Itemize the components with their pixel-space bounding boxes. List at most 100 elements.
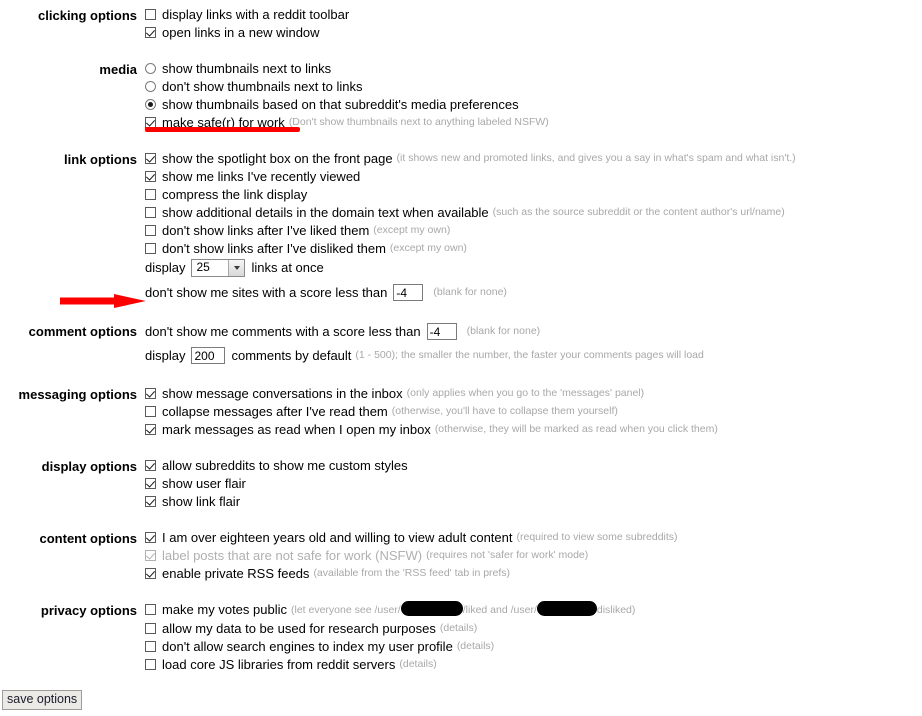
option-note-details-link[interactable]: (details): [399, 656, 436, 673]
radio-show-thumbnails[interactable]: [145, 63, 156, 74]
option-row-label-nsfw: label posts that are not safe for work (…: [145, 547, 922, 564]
option-row[interactable]: don't allow search engines to index my u…: [145, 638, 922, 655]
checkbox-message-conversations[interactable]: [145, 388, 156, 399]
group-label-link-options: link options: [64, 152, 137, 167]
option-row-make-safe-for-work[interactable]: make safe(r) for work (Don't show thumbn…: [145, 114, 922, 131]
select-links-at-once[interactable]: 25: [191, 258, 246, 277]
option-note: (it shows new and promoted links, and gi…: [396, 152, 796, 164]
min-comment-score-row: don't show me comments with a score less…: [145, 322, 922, 341]
option-row[interactable]: compress the link display: [145, 186, 922, 203]
option-row[interactable]: show link flair: [145, 493, 922, 510]
option-row[interactable]: show thumbnails based on that subreddit'…: [145, 96, 922, 113]
checkbox-label-nsfw: [145, 550, 156, 561]
checkbox-allow-custom-styles[interactable]: [145, 460, 156, 471]
redacted-username-2: [536, 601, 597, 616]
option-row[interactable]: make my votes public (let everyone see /…: [145, 601, 922, 619]
option-label: don't allow search engines to index my u…: [162, 639, 453, 654]
votes-public-note: (let everyone see /user/ /liked and /user…: [291, 601, 635, 619]
checkbox-hide-liked-links[interactable]: [145, 225, 156, 236]
checkbox-compress-link-display[interactable]: [145, 189, 156, 200]
option-label: don't show links after I've liked them: [162, 223, 370, 238]
min-comment-score-lead: don't show me comments with a score less…: [145, 324, 421, 339]
option-row[interactable]: enable private RSS feeds (available from…: [145, 565, 922, 582]
checkbox-mark-messages-read[interactable]: [145, 424, 156, 435]
checkbox-make-votes-public[interactable]: [145, 604, 156, 615]
option-label: label posts that are not safe for work (…: [162, 548, 423, 563]
option-label: make safe(r) for work: [162, 115, 285, 130]
votes-note-middle: /liked and /user/: [462, 604, 537, 616]
min-comment-score-input[interactable]: [426, 323, 457, 340]
comments-per-page-note: (1 - 500); the smaller the number, the f…: [355, 349, 704, 361]
checkbox-over-eighteen[interactable]: [145, 532, 156, 543]
group-media: media show thumbnails next to links don'…: [0, 60, 922, 132]
option-note: (Don't show thumbnails next to anything …: [288, 116, 549, 128]
option-label: compress the link display: [162, 187, 308, 202]
checkbox-private-rss-feeds[interactable]: [145, 568, 156, 579]
votes-note-suffix: disliked): [596, 604, 636, 616]
save-options-button[interactable]: save options: [2, 690, 83, 710]
group-label-comment-options: comment options: [28, 324, 137, 339]
min-link-score-note: (blank for none): [433, 286, 507, 298]
checkbox-open-links-new-window[interactable]: [145, 27, 156, 38]
option-row[interactable]: don't show links after I've disliked the…: [145, 240, 922, 257]
option-row[interactable]: show me links I've recently viewed: [145, 168, 922, 185]
option-row[interactable]: display links with a reddit toolbar: [145, 6, 922, 23]
chevron-down-icon[interactable]: [228, 259, 245, 276]
option-note: (required to view some subreddits): [516, 531, 678, 543]
group-body-privacy-options: make my votes public (let everyone see /…: [137, 601, 922, 674]
option-row[interactable]: show additional details in the domain te…: [145, 204, 922, 221]
option-row[interactable]: show the spotlight box on the front page…: [145, 150, 922, 167]
checkbox-display-links-toolbar[interactable]: [145, 9, 156, 20]
checkbox-show-link-flair[interactable]: [145, 496, 156, 507]
option-row[interactable]: don't show links after I've liked them (…: [145, 222, 922, 239]
option-row[interactable]: show user flair: [145, 475, 922, 492]
checkbox-allow-research-data[interactable]: [145, 623, 156, 634]
option-note: (available from the 'RSS feed' tab in pr…: [313, 567, 511, 579]
option-label: show the spotlight box on the front page: [162, 151, 393, 166]
option-note: (otherwise, they will be marked as read …: [434, 423, 718, 435]
option-row[interactable]: mark messages as read when I open my inb…: [145, 421, 922, 438]
checkbox-block-search-engines[interactable]: [145, 641, 156, 652]
save-options-wrap: save options: [2, 690, 922, 710]
checkbox-show-user-flair[interactable]: [145, 478, 156, 489]
option-label: open links in a new window: [162, 25, 320, 40]
option-label: don't show thumbnails next to links: [162, 79, 363, 94]
checkbox-collapse-read-messages[interactable]: [145, 406, 156, 417]
checkbox-load-core-js[interactable]: [145, 659, 156, 670]
option-label: make my votes public: [162, 602, 287, 617]
option-note: (except my own): [389, 242, 467, 254]
option-note-details-link[interactable]: (details): [440, 620, 477, 637]
group-label-content-options: content options: [39, 531, 138, 546]
checkbox-make-safe-for-work[interactable]: [145, 117, 156, 128]
radio-dont-show-thumbnails[interactable]: [145, 81, 156, 92]
checkbox-spotlight-box[interactable]: [145, 153, 156, 164]
min-link-score-input[interactable]: [393, 284, 424, 301]
checkbox-hide-disliked-links[interactable]: [145, 243, 156, 254]
option-row[interactable]: don't show thumbnails next to links: [145, 78, 922, 95]
option-label: I am over eighteen years old and willing…: [162, 530, 513, 545]
links-per-page-trail: links at once: [251, 260, 324, 275]
option-note-details-link[interactable]: (details): [457, 638, 494, 655]
option-label: don't show links after I've disliked the…: [162, 241, 386, 256]
option-row[interactable]: I am over eighteen years old and willing…: [145, 529, 922, 546]
group-privacy-options: privacy options make my votes public (le…: [0, 601, 922, 674]
group-body-content-options: I am over eighteen years old and willing…: [137, 529, 922, 583]
option-row[interactable]: allow my data to be used for research pu…: [145, 620, 922, 637]
comments-per-page-input[interactable]: [191, 347, 226, 364]
option-row[interactable]: show message conversations in the inbox …: [145, 385, 922, 402]
option-label: show me links I've recently viewed: [162, 169, 361, 184]
group-content-options: content options I am over eighteen years…: [0, 529, 922, 583]
option-row[interactable]: open links in a new window: [145, 24, 922, 41]
radio-subreddit-media-prefs[interactable]: [145, 99, 156, 110]
option-row[interactable]: allow subreddits to show me custom style…: [145, 457, 922, 474]
select-links-at-once-value: 25: [196, 260, 210, 274]
option-label: show additional details in the domain te…: [162, 205, 489, 220]
option-row[interactable]: collapse messages after I've read them (…: [145, 403, 922, 420]
checkbox-recently-viewed[interactable]: [145, 171, 156, 182]
option-row[interactable]: load core JS libraries from reddit serve…: [145, 656, 922, 673]
option-row[interactable]: show thumbnails next to links: [145, 60, 922, 77]
min-link-score-row: don't show me sites with a score less th…: [145, 283, 922, 302]
preferences-form: clicking options display links with a re…: [0, 0, 922, 710]
links-per-page-row: display 25 links at once: [145, 258, 922, 277]
checkbox-additional-domain-details[interactable]: [145, 207, 156, 218]
